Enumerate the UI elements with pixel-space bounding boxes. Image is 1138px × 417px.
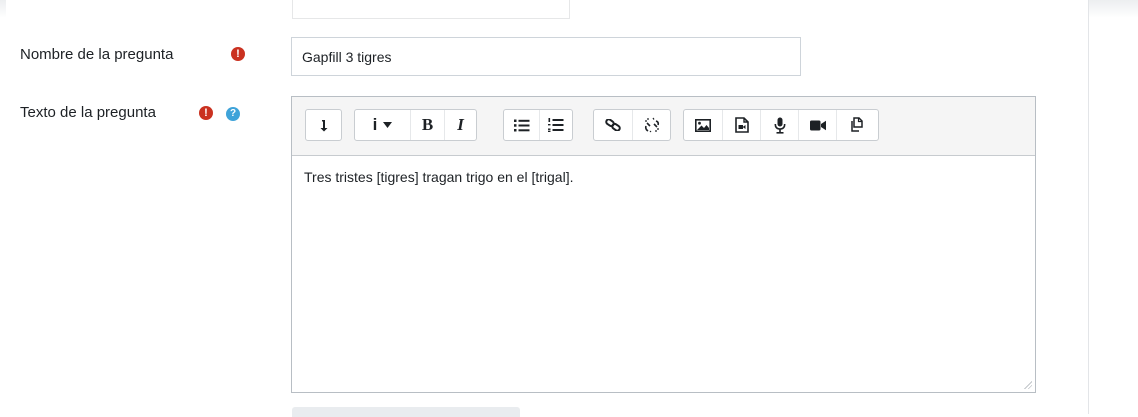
resize-handle[interactable]	[1023, 380, 1032, 389]
link-icon	[605, 119, 621, 131]
unordered-list-button[interactable]	[504, 110, 539, 140]
question-name-label: Nombre de la pregunta	[20, 46, 174, 63]
ordered-list-icon	[548, 118, 564, 132]
unlink-button[interactable]	[632, 110, 670, 140]
files-icon	[850, 117, 863, 132]
video-camera-icon	[809, 120, 826, 130]
paragraph-styles-button[interactable]: i	[355, 110, 410, 140]
unlink-icon	[644, 117, 659, 133]
collapse-button[interactable]	[306, 110, 341, 140]
collapse-icon	[320, 120, 327, 132]
media-icon	[734, 117, 749, 133]
bold-button[interactable]: B	[410, 110, 444, 140]
record-video-button[interactable]	[798, 110, 836, 140]
question-text-label: Texto de la pregunta	[20, 104, 156, 121]
next-field-edge	[292, 407, 520, 417]
toolbar-group-lists	[503, 109, 573, 141]
toolbar-group-style: i B I	[354, 109, 477, 141]
bold-icon: B	[421, 115, 434, 134]
question-text-editor: i B I Tres tristes [tigres] tragan trigo…	[291, 96, 1036, 393]
image-icon	[695, 118, 711, 132]
info-icon: i	[372, 115, 378, 134]
help-icon[interactable]: ?	[226, 107, 240, 121]
required-icon: !	[199, 106, 213, 120]
link-button[interactable]	[594, 110, 632, 140]
image-button[interactable]	[684, 110, 722, 140]
media-button[interactable]	[722, 110, 760, 140]
ordered-list-button[interactable]	[539, 110, 572, 140]
manage-files-button[interactable]	[836, 110, 876, 140]
toolbar-group-media	[683, 109, 879, 141]
italic-icon: I	[457, 115, 464, 134]
microphone-icon	[774, 117, 785, 134]
italic-button[interactable]: I	[444, 110, 476, 140]
toolbar-group-links	[593, 109, 671, 141]
required-icon: !	[231, 47, 245, 61]
unordered-list-icon	[513, 119, 529, 131]
previous-field-edge	[292, 0, 570, 19]
question-name-input[interactable]	[291, 37, 801, 76]
editor-content-area[interactable]: Tres tristes [tigres] tragan trigo en el…	[292, 156, 1035, 198]
toolbar-group-collapse	[305, 109, 342, 141]
chevron-down-icon	[383, 122, 393, 128]
record-audio-button[interactable]	[760, 110, 798, 140]
editor-toolbar: i B I	[292, 97, 1035, 156]
